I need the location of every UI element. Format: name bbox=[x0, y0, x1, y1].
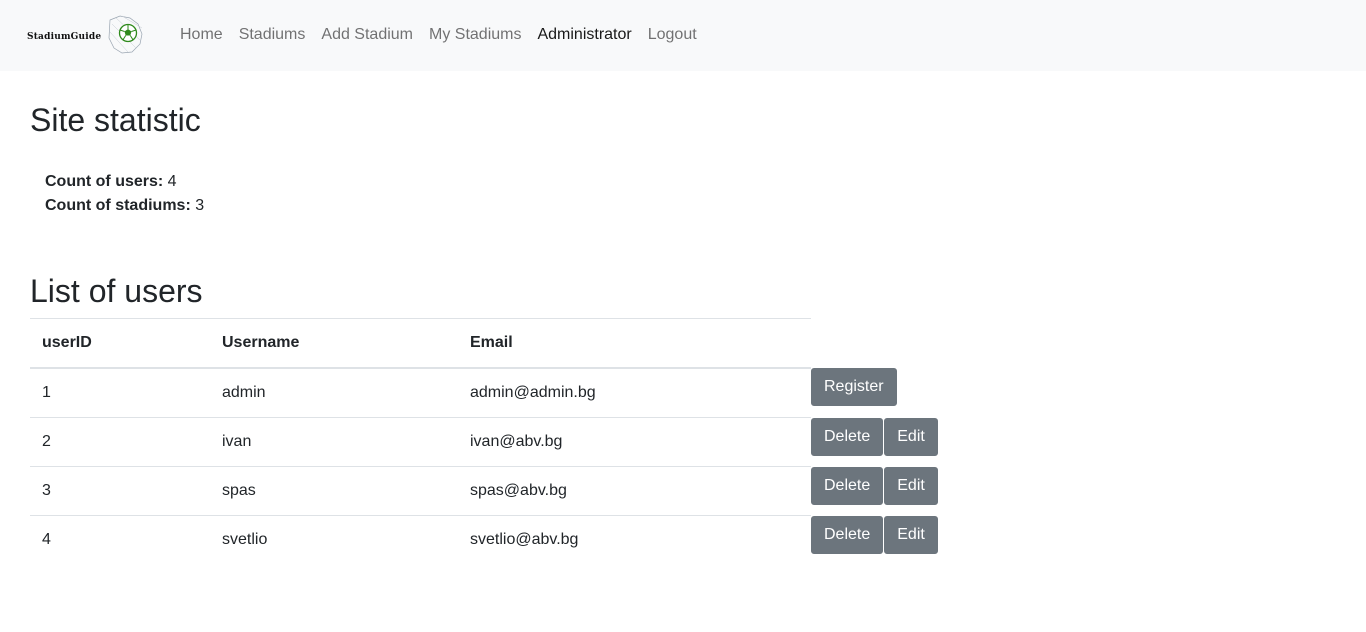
brand-name: StadiumGuide bbox=[27, 32, 102, 42]
cell-username: svetlio bbox=[210, 515, 458, 564]
soccer-ball-icon bbox=[108, 15, 143, 54]
stadiums-count-value: 3 bbox=[195, 197, 205, 214]
register-button[interactable]: Register bbox=[811, 368, 897, 406]
table-row: 2 ivan ivan@abv.bg Delete Edit bbox=[30, 417, 938, 467]
column-header-actions bbox=[811, 319, 938, 369]
users-table: userID Username Email 1 admin admin@admi… bbox=[30, 318, 938, 564]
users-count-value: 4 bbox=[167, 173, 177, 190]
cell-username: spas bbox=[210, 466, 458, 516]
cell-actions: Delete Edit bbox=[811, 515, 938, 565]
cell-email: ivan@abv.bg bbox=[458, 417, 811, 467]
cell-actions: Register bbox=[811, 368, 938, 418]
nav-logout[interactable]: Logout bbox=[640, 24, 705, 46]
cell-userid: 2 bbox=[30, 417, 210, 467]
nav-stadiums[interactable]: Stadiums bbox=[231, 24, 314, 46]
cell-actions: Delete Edit bbox=[811, 417, 938, 467]
column-header-email: Email bbox=[458, 318, 811, 369]
list-of-users-title: List of users bbox=[30, 273, 203, 309]
cell-email: svetlio@abv.bg bbox=[458, 515, 811, 564]
site-statistic-title: Site statistic bbox=[30, 102, 201, 138]
delete-button[interactable]: Delete bbox=[811, 515, 884, 554]
column-header-username: Username bbox=[210, 318, 458, 369]
cell-userid: 1 bbox=[42, 384, 51, 401]
cell-userid: 3 bbox=[30, 466, 210, 516]
table-row: 4 svetlio svetlio@abv.bg Delete Edit bbox=[30, 515, 938, 565]
delete-button[interactable]: Delete bbox=[811, 417, 884, 456]
cell-userid: 4 bbox=[30, 515, 210, 564]
stadiums-count-label: Count of stadiums: bbox=[45, 197, 191, 214]
navbar: StadiumGuide Home Stadiums Add Stadium M… bbox=[0, 0, 1366, 71]
cell-actions: Delete Edit bbox=[811, 466, 938, 516]
nav-my-stadiums[interactable]: My Stadiums bbox=[421, 24, 529, 46]
column-header-userid: userID bbox=[30, 318, 210, 369]
brand-logo[interactable]: StadiumGuide bbox=[26, 14, 144, 56]
stadiums-count-row: Count of stadiums: 3 bbox=[45, 194, 204, 218]
nav-home[interactable]: Home bbox=[172, 24, 231, 46]
edit-button[interactable]: Edit bbox=[884, 515, 938, 554]
statistics-block: Count of users: 4 Count of stadiums: 3 bbox=[45, 170, 204, 218]
delete-button[interactable]: Delete bbox=[811, 466, 884, 505]
cell-username: admin bbox=[222, 384, 266, 401]
nav-add-stadium[interactable]: Add Stadium bbox=[313, 24, 421, 46]
edit-button[interactable]: Edit bbox=[884, 466, 938, 505]
table-row: 1 admin admin@admin.bg Register bbox=[30, 368, 938, 418]
users-count-row: Count of users: 4 bbox=[45, 170, 204, 194]
cell-email: admin@admin.bg bbox=[470, 384, 596, 401]
table-header-row: userID Username Email bbox=[30, 318, 938, 369]
nav-administrator[interactable]: Administrator bbox=[529, 24, 639, 46]
table-row: 3 spas spas@abv.bg Delete Edit bbox=[30, 466, 938, 516]
edit-button[interactable]: Edit bbox=[884, 417, 938, 456]
cell-email: spas@abv.bg bbox=[458, 466, 811, 516]
nav-menu: Home Stadiums Add Stadium My Stadiums Ad… bbox=[172, 24, 705, 46]
cell-username: ivan bbox=[210, 417, 458, 467]
users-count-label: Count of users: bbox=[45, 173, 164, 190]
